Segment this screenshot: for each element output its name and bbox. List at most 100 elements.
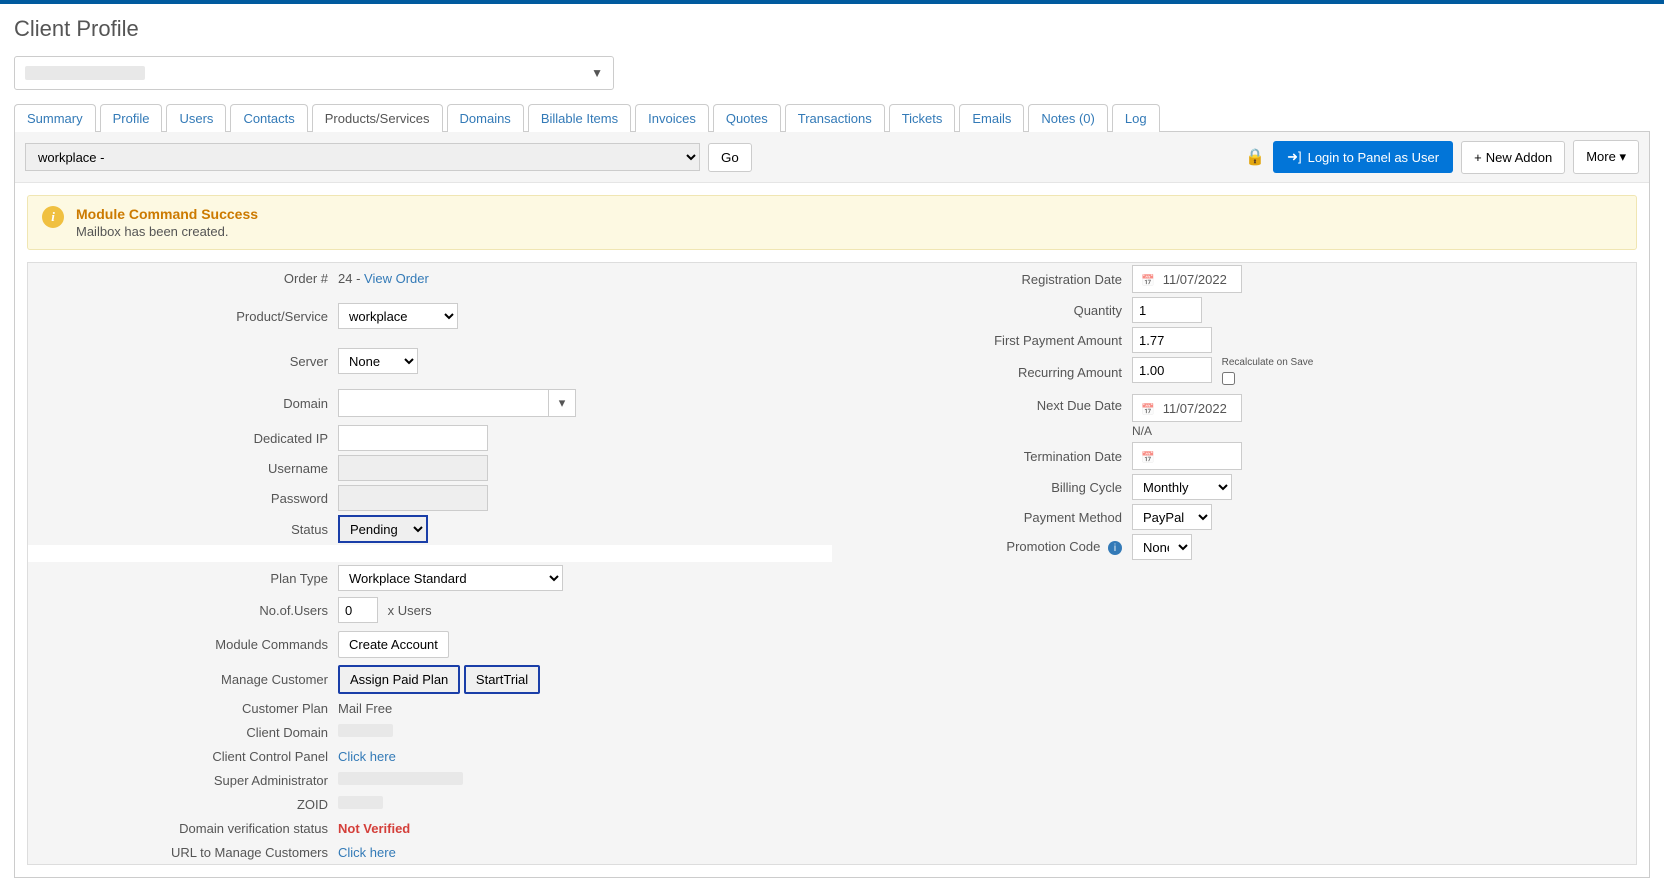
module-commands-label: Module Commands [28, 637, 338, 652]
registration-date-input[interactable]: 11/07/2022 [1132, 265, 1242, 293]
status-label: Status [28, 522, 338, 537]
tab-notes[interactable]: Notes (0) [1028, 104, 1107, 132]
dedicated-ip-input[interactable] [338, 425, 488, 451]
caret-down-icon: ▾ [559, 395, 566, 411]
go-button[interactable]: Go [708, 143, 752, 172]
promotion-code-label: Promotion Code i [832, 539, 1132, 556]
domain-dropdown-button[interactable]: ▾ [548, 389, 576, 417]
chevron-down-icon: ▼ [591, 66, 603, 80]
server-label: Server [28, 354, 338, 369]
first-payment-input[interactable] [1132, 327, 1212, 353]
assign-paid-plan-button[interactable]: Assign Paid Plan [338, 665, 460, 694]
tab-summary[interactable]: Summary [14, 104, 96, 132]
termination-date-label: Termination Date [832, 449, 1132, 464]
plus-icon: + [1474, 150, 1482, 165]
client-domain-label: Client Domain [28, 725, 338, 740]
page-title: Client Profile [14, 16, 1650, 42]
tab-profile[interactable]: Profile [100, 104, 163, 132]
tab-tickets[interactable]: Tickets [889, 104, 956, 132]
calendar-icon [1141, 449, 1155, 464]
plan-type-label: Plan Type [28, 571, 338, 586]
billing-cycle-select[interactable]: Monthly [1132, 474, 1232, 500]
domain-label: Domain [28, 396, 338, 411]
domain-input[interactable] [338, 389, 548, 417]
client-control-panel-link[interactable]: Click here [338, 749, 396, 764]
info-icon[interactable]: i [1108, 541, 1122, 555]
url-manage-customers-label: URL to Manage Customers [28, 845, 338, 860]
password-label: Password [28, 491, 338, 506]
recalculate-checkbox[interactable] [1222, 372, 1235, 385]
next-due-date-input[interactable]: 11/07/2022 [1132, 394, 1242, 422]
super-administrator-label: Super Administrator [28, 773, 338, 788]
plan-type-select[interactable]: Workplace Standard [338, 565, 563, 591]
tab-domains[interactable]: Domains [447, 104, 524, 132]
info-icon: i [42, 206, 64, 228]
tab-log[interactable]: Log [1112, 104, 1160, 132]
next-due-date-label: Next Due Date [832, 394, 1132, 413]
caret-down-icon: ▾ [1619, 149, 1626, 164]
quantity-label: Quantity [832, 303, 1132, 318]
users-suffix: x Users [388, 603, 432, 618]
client-name-redacted [25, 66, 145, 80]
tab-emails[interactable]: Emails [959, 104, 1024, 132]
zoid-label: ZOID [28, 797, 338, 812]
recurring-amount-label: Recurring Amount [832, 365, 1132, 380]
zoid-redacted [338, 796, 383, 809]
login-icon: ➜] [1287, 149, 1302, 165]
termination-date-input[interactable] [1132, 442, 1242, 470]
create-account-button[interactable]: Create Account [338, 631, 449, 658]
payment-method-select[interactable]: PayPal [1132, 504, 1212, 530]
product-select[interactable]: workplace - [25, 143, 700, 171]
order-label: Order # [28, 271, 338, 286]
alert-title: Module Command Success [76, 206, 258, 222]
manage-customer-label: Manage Customer [28, 672, 338, 687]
username-label: Username [28, 461, 338, 476]
payment-method-label: Payment Method [832, 510, 1132, 525]
view-order-link[interactable]: View Order [364, 271, 429, 286]
products-panel: workplace - Go 🔒 ➜] Login to Panel as Us… [14, 131, 1650, 878]
tab-invoices[interactable]: Invoices [635, 104, 709, 132]
domain-verification-status-label: Domain verification status [28, 821, 338, 836]
lock-icon: 🔒 [1245, 147, 1265, 167]
client-domain-redacted [338, 724, 393, 737]
domain-verification-status-value: Not Verified [338, 821, 410, 836]
next-due-under: N/A [1132, 424, 1626, 438]
calendar-icon [1141, 401, 1155, 416]
start-trial-button[interactable]: StartTrial [464, 665, 540, 694]
dedicated-ip-label: Dedicated IP [28, 431, 338, 446]
tab-bar: Summary Profile Users Contacts Products/… [14, 104, 1650, 132]
customer-plan-label: Customer Plan [28, 701, 338, 716]
client-dropdown[interactable]: ▼ [14, 56, 614, 90]
password-input[interactable] [338, 485, 488, 511]
url-manage-customers-link[interactable]: Click here [338, 845, 396, 860]
success-alert: i Module Command Success Mailbox has bee… [27, 195, 1637, 250]
alert-message: Mailbox has been created. [76, 224, 258, 239]
login-panel-button[interactable]: ➜] Login to Panel as User [1273, 141, 1453, 173]
status-select[interactable]: Pending [338, 515, 428, 543]
recalculate-label: Recalculate on Save [1222, 357, 1314, 368]
quantity-input[interactable] [1132, 297, 1202, 323]
registration-date-label: Registration Date [832, 272, 1132, 287]
username-input[interactable] [338, 455, 488, 481]
product-service-select[interactable]: workplace [338, 303, 458, 329]
customer-plan-value: Mail Free [338, 701, 1636, 716]
tab-billable-items[interactable]: Billable Items [528, 104, 631, 132]
super-admin-redacted [338, 772, 463, 785]
recurring-amount-input[interactable] [1132, 357, 1212, 383]
first-payment-label: First Payment Amount [832, 333, 1132, 348]
tab-quotes[interactable]: Quotes [713, 104, 781, 132]
promotion-code-select[interactable]: None [1132, 534, 1192, 560]
client-control-panel-label: Client Control Panel [28, 749, 338, 764]
server-select[interactable]: None [338, 348, 418, 374]
product-service-label: Product/Service [28, 309, 338, 324]
new-addon-button[interactable]: + New Addon [1461, 141, 1565, 174]
tab-products-services[interactable]: Products/Services [312, 104, 443, 132]
billing-cycle-label: Billing Cycle [832, 480, 1132, 495]
calendar-icon [1141, 272, 1155, 287]
tab-transactions[interactable]: Transactions [785, 104, 885, 132]
tab-users[interactable]: Users [166, 104, 226, 132]
more-dropdown-button[interactable]: More ▾ [1573, 140, 1639, 174]
tab-contacts[interactable]: Contacts [230, 104, 307, 132]
order-number: 24 [338, 271, 352, 286]
no-of-users-input[interactable] [338, 597, 378, 623]
